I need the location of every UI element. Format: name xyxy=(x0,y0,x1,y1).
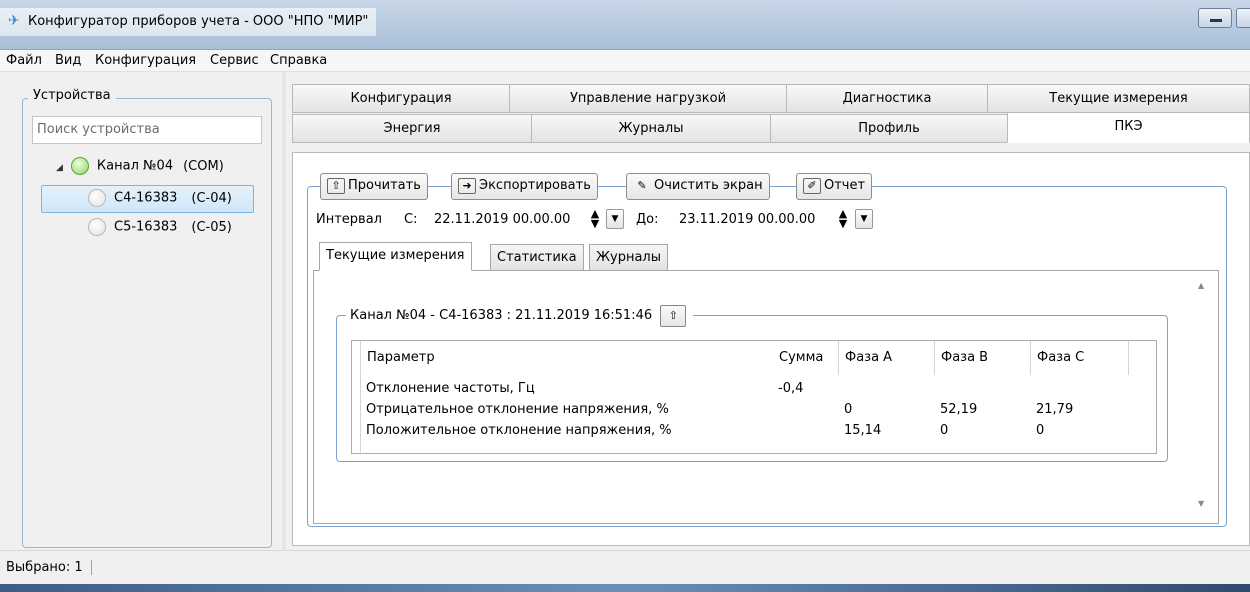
device-name: C4-16383 xyxy=(114,190,178,206)
to-label: До: xyxy=(636,212,659,227)
column-header-phase-a[interactable]: Фаза A xyxy=(839,341,935,375)
taskbar-strip xyxy=(0,584,1250,592)
subtab-journals[interactable]: Журналы xyxy=(589,244,668,271)
menu-bar: Файл Вид Конфигурация Сервис Справка xyxy=(0,50,1250,72)
menu-view[interactable]: Вид xyxy=(55,53,81,68)
window-title-text: Конфигуратор приборов учета - ООО "НПО "… xyxy=(28,14,369,29)
report-button[interactable]: ✐ Отчет xyxy=(796,173,873,200)
tree-channel[interactable]: ◢ Канал №04 (COM) xyxy=(56,157,224,175)
tab-load-control[interactable]: Управление нагрузкой xyxy=(509,84,787,113)
read-button[interactable]: ⇧ Прочитать xyxy=(320,173,428,200)
channel-group-header: Канал №04 - C4-16383 : 21.11.2019 16:51:… xyxy=(346,304,694,328)
device-status-icon xyxy=(88,189,106,207)
upload-icon: ⇧ xyxy=(327,178,345,194)
channel-name: Канал №04 xyxy=(96,158,174,174)
from-date-input[interactable]: 22.11.2019 00.00.00 xyxy=(434,212,571,227)
export-label: Экспортировать xyxy=(479,178,591,193)
device-addr: (C-04) xyxy=(191,190,232,206)
menu-configuration[interactable]: Конфигурация xyxy=(95,53,196,68)
column-header-param[interactable]: Параметр xyxy=(360,341,774,375)
export-icon: ➜ xyxy=(458,178,476,194)
status-selected: Выбрано: 1 xyxy=(6,560,92,575)
tab-diagnostics[interactable]: Диагностика xyxy=(786,84,988,113)
menu-help[interactable]: Справка xyxy=(270,53,327,68)
minimize-button[interactable] xyxy=(1198,8,1232,28)
tab-profile[interactable]: Профиль xyxy=(770,114,1008,143)
eraser-icon: ✎ xyxy=(637,179,647,192)
device-search-input[interactable]: Поиск устройства xyxy=(32,116,262,144)
scroll-down-icon[interactable]: ▼ xyxy=(1198,499,1204,508)
to-date-input[interactable]: 23.11.2019 00.00.00 xyxy=(679,212,816,227)
interval-label: Интервал xyxy=(316,212,382,227)
clear-label: Очистить экран xyxy=(654,178,763,193)
tab-journals[interactable]: Журналы xyxy=(531,114,771,143)
subtab-current-measurements[interactable]: Текущие измерения xyxy=(319,242,472,271)
measurements-grid: Параметр Сумма Фаза A Фаза B Фаза C Откл… xyxy=(351,340,1157,455)
device-name: C5-16383 xyxy=(114,219,178,235)
status-bar: Выбрано: 1 xyxy=(0,550,1250,584)
clear-screen-button[interactable]: ✎ Очистить экран xyxy=(626,173,770,200)
devices-group-label: Устройства xyxy=(28,88,116,103)
column-header-phase-b[interactable]: Фаза B xyxy=(935,341,1031,375)
read-label: Прочитать xyxy=(348,178,421,193)
table-row-param[interactable]: Положительное отклонение напряжения, % xyxy=(366,423,672,438)
close-button[interactable] xyxy=(1236,8,1250,28)
from-label: С: xyxy=(404,212,418,227)
table-row-sum[interactable]: -0,4 xyxy=(778,381,803,396)
tab-configuration[interactable]: Конфигурация xyxy=(292,84,510,113)
table-row-param[interactable]: Отрицательное отклонение напряжения, % xyxy=(366,402,669,417)
scroll-up-icon[interactable]: ▲ xyxy=(1198,281,1204,290)
tree-device-c5[interactable]: C5-16383 (C-05) xyxy=(88,218,232,236)
table-row-phase-c[interactable]: 21,79 xyxy=(1036,402,1073,417)
device-addr: (C-05) xyxy=(191,219,232,235)
vertical-scrollbar[interactable]: ▲ ▼ xyxy=(1192,275,1214,519)
row-header-border xyxy=(360,375,361,455)
table-row-phase-c[interactable]: 0 xyxy=(1036,423,1044,438)
channel-port: (COM) xyxy=(183,158,224,174)
tab-energy[interactable]: Энергия xyxy=(292,114,532,143)
table-row-phase-a[interactable]: 15,14 xyxy=(844,423,881,438)
from-calendar-dropdown[interactable]: ▼ xyxy=(606,209,624,229)
minimize-icon xyxy=(1210,19,1222,22)
menu-file[interactable]: Файл xyxy=(6,53,42,68)
table-row-phase-b[interactable]: 52,19 xyxy=(940,402,977,417)
panel-splitter[interactable] xyxy=(282,72,286,550)
channel-group-title: Канал №04 - C4-16383 : 21.11.2019 16:51:… xyxy=(350,308,653,323)
table-row-phase-b[interactable]: 0 xyxy=(940,423,948,438)
from-spinner-icon[interactable]: ▲ ▼ xyxy=(588,208,602,229)
column-header-phase-c[interactable]: Фаза C xyxy=(1031,341,1129,375)
window-title: ✈ Конфигуратор приборов учета - ООО "НПО … xyxy=(0,8,377,36)
tree-device-c4[interactable]: C4-16383 (C-04) xyxy=(88,189,232,207)
report-icon: ✐ xyxy=(803,178,821,194)
export-button[interactable]: ➜ Экспортировать xyxy=(451,173,598,200)
channel-status-icon xyxy=(70,157,89,175)
tab-current-measurements[interactable]: Текущие измерения xyxy=(987,84,1250,113)
channel-upload-icon[interactable]: ⇧ xyxy=(660,304,687,327)
subtab-statistics[interactable]: Статистика xyxy=(490,244,584,271)
column-header-sum[interactable]: Сумма xyxy=(773,341,839,375)
device-status-icon xyxy=(88,218,106,236)
meter-app-icon: ✈ xyxy=(8,13,20,29)
table-row-param[interactable]: Отклонение частоты, Гц xyxy=(366,381,535,396)
menu-service[interactable]: Сервис xyxy=(210,53,259,68)
expand-arrow-icon[interactable]: ◢ xyxy=(56,163,63,173)
table-row-phase-a[interactable]: 0 xyxy=(844,402,852,417)
tab-pke[interactable]: ПКЭ xyxy=(1007,112,1250,143)
to-calendar-dropdown[interactable]: ▼ xyxy=(855,209,873,229)
to-spinner-icon[interactable]: ▲ ▼ xyxy=(836,208,850,229)
report-label: Отчет xyxy=(824,178,866,193)
title-bar: ✈ Конфигуратор приборов учета - ООО "НПО … xyxy=(0,0,1250,50)
